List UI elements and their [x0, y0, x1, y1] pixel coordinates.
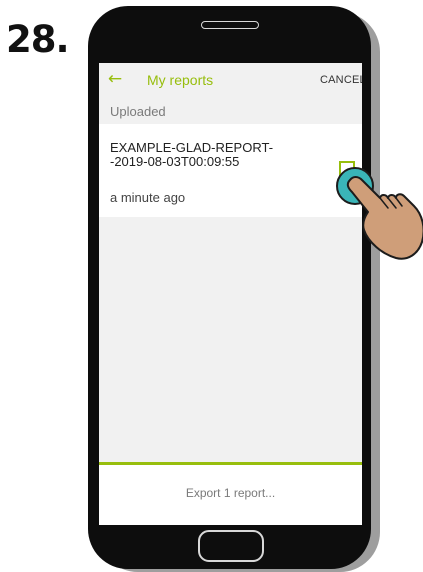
report-timestamp: a minute ago: [110, 190, 186, 205]
phone-speaker: [201, 21, 259, 29]
arrow-left-icon[interactable]: ←: [104, 68, 126, 90]
pointing-hand-icon: [346, 176, 423, 260]
report-list-item[interactable]: EXAMPLE-GLAD-REPORT--2019-08-03T00:09:55…: [99, 124, 362, 217]
export-button[interactable]: Export 1 report...: [99, 486, 362, 500]
app-bar: ← My reports CANCEL: [99, 63, 362, 97]
step-number: 28.: [6, 18, 70, 61]
section-label-uploaded: Uploaded: [110, 104, 166, 119]
bottom-bar: Export 1 report...: [99, 465, 362, 525]
phone-home-button[interactable]: [198, 530, 264, 562]
page-title: My reports: [147, 72, 214, 88]
cancel-button[interactable]: CANCEL: [320, 74, 362, 86]
phone-screen: ← My reports CANCEL Uploaded EXAMPLE-GLA…: [99, 63, 362, 525]
report-name: EXAMPLE-GLAD-REPORT--2019-08-03T00:09:55: [110, 140, 274, 169]
